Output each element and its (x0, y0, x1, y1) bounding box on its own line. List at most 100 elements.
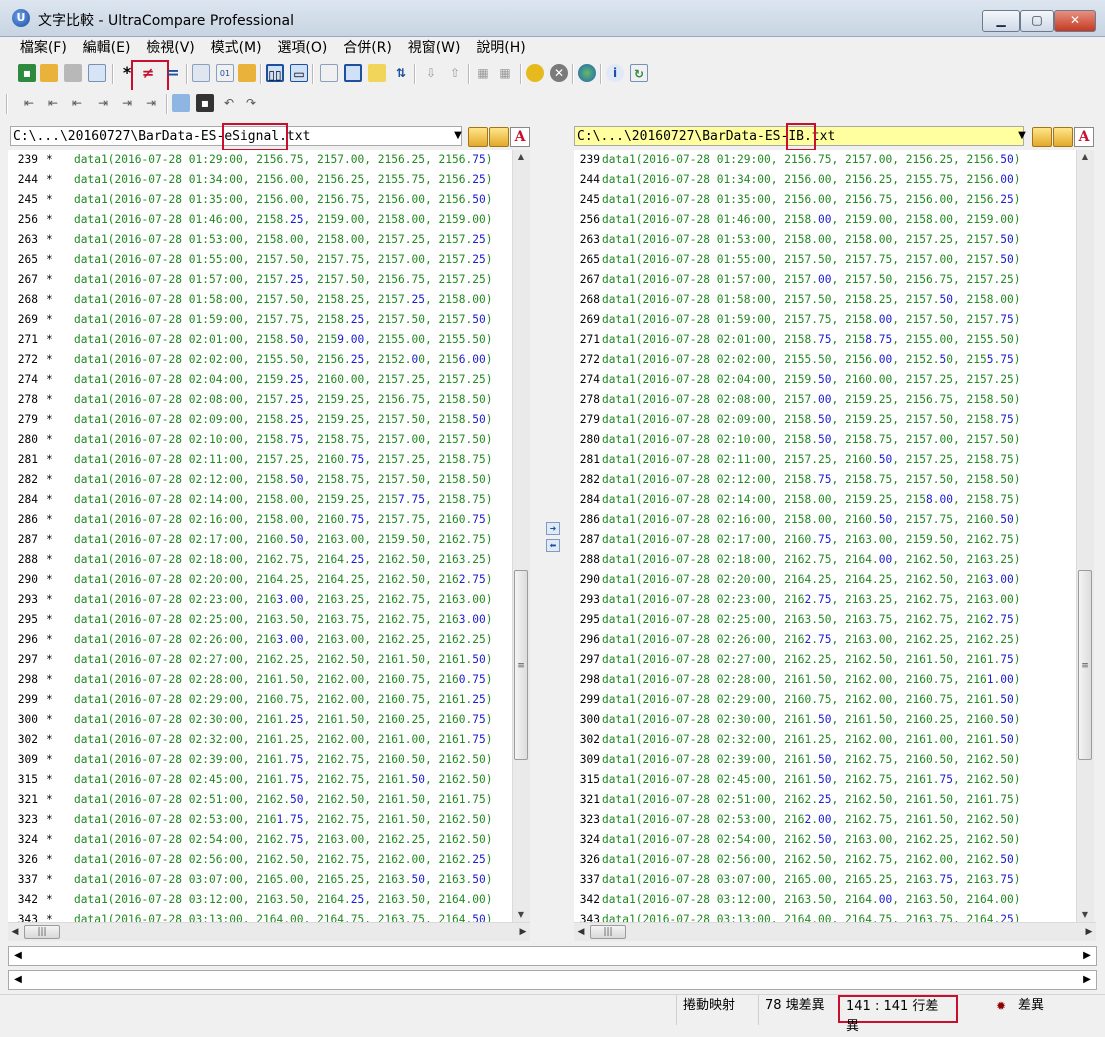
open-folder-icon[interactable] (40, 64, 58, 82)
split-vertical-icon[interactable]: ▯▯ (266, 64, 284, 82)
maximize-button[interactable]: ▢ (1020, 10, 1054, 32)
diff-line-row[interactable]: 278 data1(2016-07-28 02:08:00, 2157.00, 2… (574, 390, 1076, 410)
diff-line-row[interactable]: 265 data1(2016-07-28 01:55:00, 2157.50, 2… (574, 250, 1076, 270)
diff-line-row[interactable]: 281 * data1(2016-07-28 02:11:00, 2157.25, … (8, 450, 512, 470)
info-icon[interactable]: i (606, 64, 624, 82)
diff-line-row[interactable]: 337 * data1(2016-07-28 03:07:00, 2165.00, … (8, 870, 512, 890)
scroll-thumb[interactable]: ≡ (1078, 570, 1092, 760)
copy-block-right-icon[interactable]: ⇥ (118, 94, 136, 112)
diff-line-row[interactable]: 299 * data1(2016-07-28 02:29:00, 2160.75, … (8, 690, 512, 710)
diff-line-row[interactable]: 269 data1(2016-07-28 01:59:00, 2157.75, 2… (574, 310, 1076, 330)
left-font-icon[interactable]: A (510, 127, 530, 147)
left-line-detail-bar[interactable]: ◀ ▶ (8, 946, 1097, 966)
diff-line-row[interactable]: 297 * data1(2016-07-28 02:27:00, 2162.25, … (8, 650, 512, 670)
line-list-icon[interactable] (344, 64, 362, 82)
diff-line-row[interactable]: 239 data1(2016-07-28 01:29:00, 2156.75, 2… (574, 150, 1076, 170)
merge-right-icon[interactable]: ▦ (496, 64, 514, 82)
right-open-folder-icon[interactable] (1032, 127, 1052, 147)
scroll-down-arrow[interactable]: ▼ (513, 908, 529, 922)
folder-compare-icon[interactable] (238, 64, 256, 82)
diff-line-row[interactable]: 343 data1(2016-07-28 03:13:00, 2164.00, 2… (574, 910, 1076, 922)
diff-line-row[interactable]: 279 * data1(2016-07-28 02:09:00, 2158.25, … (8, 410, 512, 430)
left-path-dropdown[interactable]: ▼ (450, 126, 466, 146)
diff-line-row[interactable]: 265 * data1(2016-07-28 01:55:00, 2157.50, … (8, 250, 512, 270)
diff-line-row[interactable]: 272 data1(2016-07-28 02:02:00, 2155.50, 2… (574, 350, 1076, 370)
diff-line-row[interactable]: 302 data1(2016-07-28 02:32:00, 2161.25, 2… (574, 730, 1076, 750)
diff-line-row[interactable]: 295 * data1(2016-07-28 02:25:00, 2163.50, … (8, 610, 512, 630)
scroll-left-arrow[interactable]: ◀ (574, 925, 588, 939)
close-button[interactable]: ✕ (1054, 10, 1096, 32)
diff-line-row[interactable]: 297 data1(2016-07-28 02:27:00, 2162.25, 2… (574, 650, 1076, 670)
left-browse-folder-icon[interactable] (489, 127, 509, 147)
prev-diff-icon[interactable]: ⇧ (446, 64, 464, 82)
diff-line-row[interactable]: 271 * data1(2016-07-28 02:01:00, 2158.50, … (8, 330, 512, 350)
redo-icon[interactable]: ↷ (242, 94, 260, 112)
print-icon[interactable] (64, 64, 82, 82)
print-preview-icon[interactable] (88, 64, 106, 82)
diff-line-row[interactable]: 267 * data1(2016-07-28 01:57:00, 2157.25, … (8, 270, 512, 290)
diff-line-row[interactable]: 274 * data1(2016-07-28 02:04:00, 2159.25, … (8, 370, 512, 390)
menu-view[interactable]: 檢視(V) (140, 37, 201, 59)
left-vertical-scrollbar[interactable]: ▲ ≡ ▼ (512, 150, 530, 922)
diff-line-row[interactable]: 309 data1(2016-07-28 02:39:00, 2161.50, 2… (574, 750, 1076, 770)
stop-icon[interactable]: ✕ (550, 64, 568, 82)
diff-line-row[interactable]: 286 * data1(2016-07-28 02:16:00, 2158.00, … (8, 510, 512, 530)
diff-line-row[interactable]: 290 * data1(2016-07-28 02:20:00, 2164.25, … (8, 570, 512, 590)
scroll-thumb[interactable]: ||| (24, 925, 60, 939)
diff-line-row[interactable]: 337 data1(2016-07-28 03:07:00, 2165.00, 2… (574, 870, 1076, 890)
copy-line-right-icon[interactable]: ⇥ (94, 94, 112, 112)
diff-line-row[interactable]: 296 data1(2016-07-28 02:26:00, 2162.75, 2… (574, 630, 1076, 650)
undo-icon[interactable]: ↶ (220, 94, 238, 112)
split-horizontal-icon[interactable]: ▭ (290, 64, 308, 82)
right-horizontal-scrollbar[interactable]: ◀ ||| ▶ (574, 922, 1096, 941)
diff-line-row[interactable]: 279 data1(2016-07-28 02:09:00, 2158.50, 2… (574, 410, 1076, 430)
bookmark-icon[interactable] (368, 64, 386, 82)
binary-icon[interactable]: 01 (216, 64, 234, 82)
scroll-down-arrow[interactable]: ▼ (1077, 908, 1093, 922)
menu-options[interactable]: 選項(O) (271, 37, 333, 59)
scroll-left-arrow[interactable]: ◀ (11, 973, 25, 987)
diff-line-row[interactable]: 315 data1(2016-07-28 02:45:00, 2161.50, 2… (574, 770, 1076, 790)
minimize-button[interactable]: ▁ (982, 10, 1020, 32)
left-horizontal-scrollbar[interactable]: ◀ ||| ▶ (8, 922, 530, 941)
diff-line-row[interactable]: 282 * data1(2016-07-28 02:12:00, 2158.50, … (8, 470, 512, 490)
diff-line-row[interactable]: 302 * data1(2016-07-28 02:32:00, 2161.25, … (8, 730, 512, 750)
diff-line-row[interactable]: 286 data1(2016-07-28 02:16:00, 2158.00, 2… (574, 510, 1076, 530)
right-text-pane[interactable]: 239 data1(2016-07-28 01:29:00, 2156.75, 2… (574, 150, 1076, 922)
menu-help[interactable]: 說明(H) (470, 37, 531, 59)
diff-line-row[interactable]: 284 data1(2016-07-28 02:14:00, 2158.00, 2… (574, 490, 1076, 510)
scroll-right-arrow[interactable]: ▶ (1080, 973, 1094, 987)
swap-icon[interactable]: ⇅ (392, 64, 410, 82)
copy-all-right-icon[interactable]: ⇥ (142, 94, 160, 112)
menu-file[interactable]: 檔案(F) (14, 37, 73, 59)
diff-line-row[interactable]: 256 data1(2016-07-28 01:46:00, 2158.00, 2… (574, 210, 1076, 230)
diff-line-row[interactable]: 298 * data1(2016-07-28 02:28:00, 2161.50, … (8, 670, 512, 690)
menu-window[interactable]: 視窗(W) (402, 37, 467, 59)
diff-line-row[interactable]: 267 data1(2016-07-28 01:57:00, 2157.00, 2… (574, 270, 1076, 290)
diff-line-row[interactable]: 271 data1(2016-07-28 02:01:00, 2158.75, 2… (574, 330, 1076, 350)
copy-block-left-icon[interactable]: ⇤ (44, 94, 62, 112)
scroll-up-arrow[interactable]: ▲ (513, 150, 529, 164)
scroll-left-arrow[interactable]: ◀ (8, 925, 22, 939)
save-file-icon[interactable]: ▪ (196, 94, 214, 112)
diff-line-row[interactable]: 298 data1(2016-07-28 02:28:00, 2161.50, 2… (574, 670, 1076, 690)
diff-line-row[interactable]: 263 data1(2016-07-28 01:53:00, 2158.00, 2… (574, 230, 1076, 250)
diff-line-row[interactable]: 268 * data1(2016-07-28 01:58:00, 2157.50, … (8, 290, 512, 310)
diff-line-row[interactable]: 324 data1(2016-07-28 02:54:00, 2162.50, 2… (574, 830, 1076, 850)
left-open-folder-icon[interactable] (468, 127, 488, 147)
diff-line-row[interactable]: 284 * data1(2016-07-28 02:14:00, 2158.00, … (8, 490, 512, 510)
diff-line-row[interactable]: 321 * data1(2016-07-28 02:51:00, 2162.50, … (8, 790, 512, 810)
diff-line-row[interactable]: 324 * data1(2016-07-28 02:54:00, 2162.75, … (8, 830, 512, 850)
diff-line-row[interactable]: 282 data1(2016-07-28 02:12:00, 2158.75, 2… (574, 470, 1076, 490)
diff-line-row[interactable]: 299 data1(2016-07-28 02:29:00, 2160.75, 2… (574, 690, 1076, 710)
diff-line-row[interactable]: 293 data1(2016-07-28 02:23:00, 2162.75, 2… (574, 590, 1076, 610)
diff-line-row[interactable]: 244 data1(2016-07-28 01:34:00, 2156.00, 2… (574, 170, 1076, 190)
scroll-left-arrow[interactable]: ◀ (11, 949, 25, 963)
scroll-up-arrow[interactable]: ▲ (1077, 150, 1093, 164)
diff-line-row[interactable]: 281 data1(2016-07-28 02:11:00, 2157.25, 2… (574, 450, 1076, 470)
diff-line-row[interactable]: 239 * data1(2016-07-28 01:29:00, 2156.75, … (8, 150, 512, 170)
diff-line-row[interactable]: 323 * data1(2016-07-28 02:53:00, 2161.75, … (8, 810, 512, 830)
diff-line-row[interactable]: 326 data1(2016-07-28 02:56:00, 2162.50, 2… (574, 850, 1076, 870)
web-icon[interactable] (578, 64, 596, 82)
diff-line-row[interactable]: 342 data1(2016-07-28 03:12:00, 2163.50, 2… (574, 890, 1076, 910)
